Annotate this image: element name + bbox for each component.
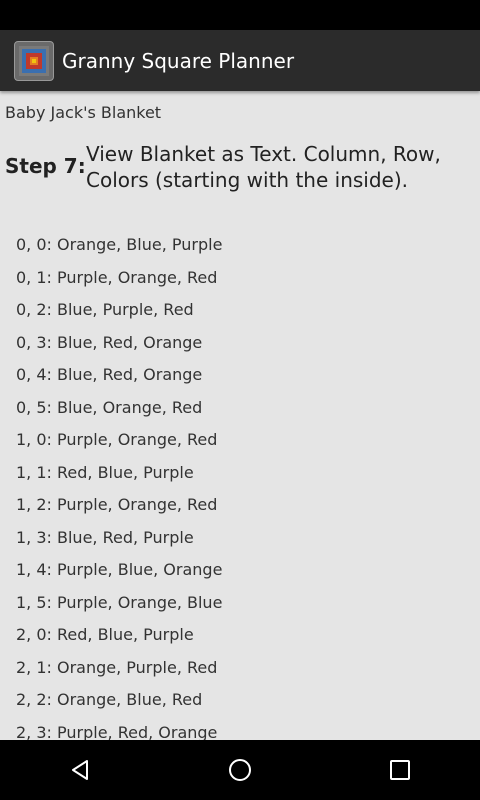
recents-icon xyxy=(390,760,410,780)
granny-square-icon xyxy=(19,45,49,76)
back-button[interactable] xyxy=(40,740,120,800)
step-description: View Blanket as Text. Column, Row, Color… xyxy=(86,142,441,192)
navigation-bar xyxy=(0,740,480,800)
list-item: 1, 5: Purple, Orange, Blue xyxy=(16,592,223,612)
list-item: 2, 0: Red, Blue, Purple xyxy=(16,625,194,644)
list-item: 2, 3: Purple, Red, Orange xyxy=(16,722,218,741)
app-title: Granny Square Planner xyxy=(62,48,295,73)
list-item: 2, 2: Orange, Blue, Red xyxy=(16,690,203,709)
back-icon xyxy=(72,760,88,780)
recents-button[interactable] xyxy=(360,740,440,800)
step-label: Step 7: xyxy=(5,154,86,178)
list-item: 1, 1: Red, Blue, Purple xyxy=(16,462,194,482)
list-item: 0, 0: Orange, Blue, Purple xyxy=(16,235,223,254)
status-bar xyxy=(0,0,480,30)
granny-square-app-icon[interactable] xyxy=(14,40,54,81)
blanket-name: Baby Jack's Blanket xyxy=(5,103,162,122)
home-icon xyxy=(229,759,251,781)
list-item: 0, 4: Blue, Red, Orange xyxy=(16,365,203,384)
action-bar: Granny Square Planner xyxy=(0,30,480,91)
list-item: 0, 5: Blue, Orange, Red xyxy=(16,397,203,417)
home-button[interactable] xyxy=(200,740,280,800)
list-item: 1, 3: Blue, Red, Purple xyxy=(16,527,194,547)
list-item: 0, 1: Purple, Orange, Red xyxy=(16,267,218,287)
list-item: 1, 4: Purple, Blue, Orange xyxy=(16,560,223,579)
square-color-list: 0, 0: Orange, Blue, Purple 0, 1: Purple,… xyxy=(16,232,222,740)
list-item: 0, 2: Blue, Purple, Red xyxy=(16,300,194,319)
list-item: 1, 0: Purple, Orange, Red xyxy=(16,430,218,449)
list-item: 2, 1: Orange, Purple, Red xyxy=(16,657,218,677)
list-item: 0, 3: Blue, Red, Orange xyxy=(16,332,203,352)
main-content[interactable]: Baby Jack's Blanket Step 7: View Blanket… xyxy=(0,91,480,740)
list-item: 1, 2: Purple, Orange, Red xyxy=(16,495,218,514)
